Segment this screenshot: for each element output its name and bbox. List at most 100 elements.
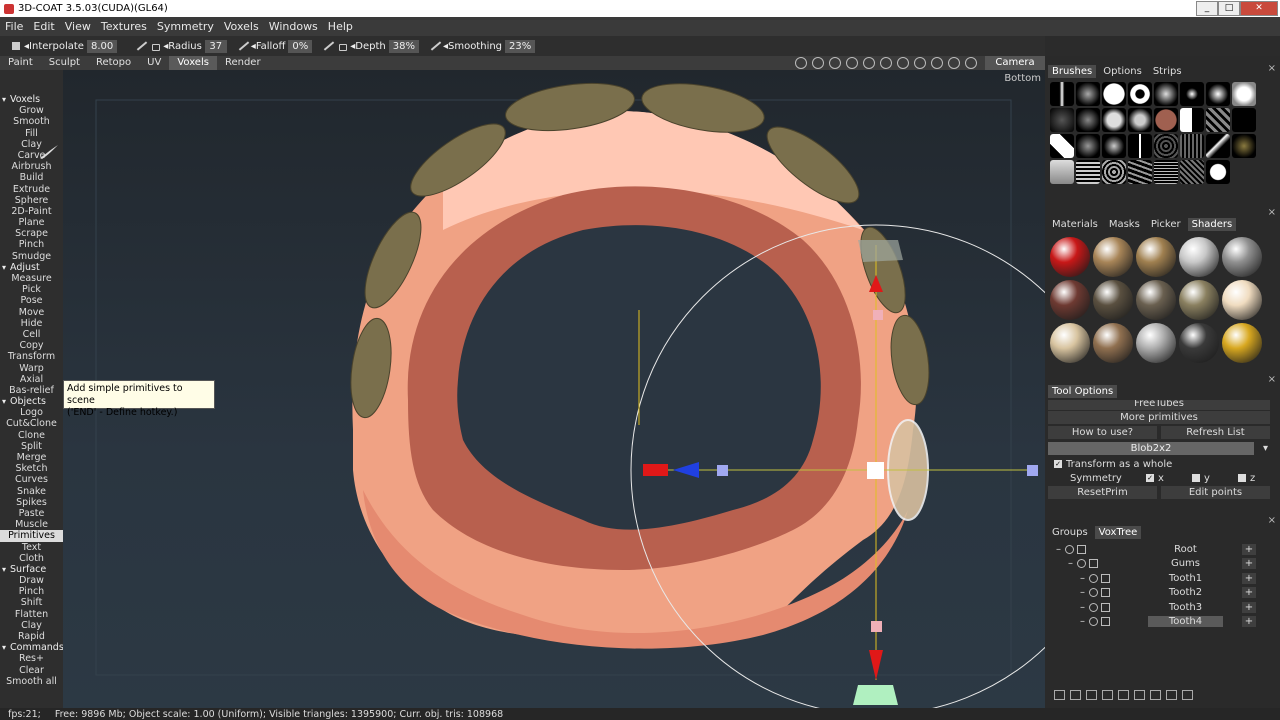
tool-axial[interactable]: Axial <box>0 374 63 385</box>
shader-swatch[interactable] <box>1093 323 1133 363</box>
volume-icon[interactable] <box>1077 544 1086 554</box>
light-icon[interactable] <box>829 57 841 69</box>
tool-sketch[interactable]: Sketch <box>0 463 63 474</box>
copy-icon[interactable] <box>1134 690 1145 700</box>
pen-pressure-icon[interactable] <box>135 41 147 51</box>
visibility-icon[interactable] <box>1089 588 1098 598</box>
brush-swatch[interactable] <box>1076 108 1100 132</box>
voxtree-node[interactable]: – Tooth4 + <box>1048 615 1270 630</box>
transform-whole-checkbox[interactable]: ✓ <box>1054 460 1062 468</box>
collapse-toggle[interactable]: – <box>1080 587 1085 598</box>
menu-windows[interactable]: Windows <box>264 20 323 33</box>
new-layer-icon[interactable] <box>1054 690 1065 700</box>
smoothing-control[interactable]: ◂Smoothing 23% <box>429 39 536 53</box>
tool-pose[interactable]: Pose <box>0 295 63 306</box>
brush-swatch[interactable] <box>1102 82 1126 106</box>
play-icon[interactable] <box>897 57 909 69</box>
tool-smooth[interactable]: Smooth <box>0 116 63 127</box>
tool-cell[interactable]: Cell <box>0 329 63 340</box>
brush-swatch[interactable] <box>1232 82 1256 106</box>
interpolate-checkbox[interactable] <box>12 42 20 50</box>
brush-swatch[interactable] <box>1050 82 1074 106</box>
tool-section-commands[interactable]: Commands <box>0 642 64 653</box>
tab-brushes[interactable]: Brushes <box>1048 65 1097 78</box>
visibility-icon[interactable] <box>1089 617 1098 627</box>
camera-button[interactable]: Camera <box>985 56 1045 70</box>
shader-swatch[interactable] <box>1222 280 1262 320</box>
more-primitives-button[interactable]: More primitives <box>1048 411 1270 424</box>
cube-icon[interactable] <box>948 57 960 69</box>
tool-smudge[interactable]: Smudge <box>0 251 63 262</box>
menu-symmetry[interactable]: Symmetry <box>152 20 219 33</box>
tool-measure[interactable]: Measure <box>0 273 63 284</box>
brush-swatch[interactable] <box>1206 134 1230 158</box>
room-tab-voxels[interactable]: Voxels <box>169 56 217 70</box>
collapse-toggle[interactable]: – <box>1068 558 1073 569</box>
minimize-button[interactable]: _ <box>1196 1 1218 16</box>
settings-icon[interactable] <box>965 57 977 69</box>
brush-swatch[interactable] <box>1102 108 1126 132</box>
tab-groups[interactable]: Groups <box>1048 526 1092 539</box>
voxtree-node[interactable]: – Tooth1 + <box>1048 571 1270 586</box>
voxtree-node[interactable]: – Tooth2 + <box>1048 586 1270 601</box>
voxtree-node[interactable]: – Root + <box>1048 542 1270 557</box>
tab-voxtree[interactable]: VoxTree <box>1094 526 1142 539</box>
ortho-icon[interactable] <box>931 57 943 69</box>
tool-shift[interactable]: Shift <box>0 597 63 608</box>
pen-pressure-icon[interactable] <box>237 41 249 51</box>
tab-shaders[interactable]: Shaders <box>1187 218 1237 231</box>
close-panel-icon[interactable]: × <box>1268 374 1276 385</box>
lock-icon[interactable] <box>152 43 161 51</box>
tool-plane[interactable]: Plane <box>0 217 63 228</box>
tool-cut-clone[interactable]: Cut&Clone <box>0 418 63 429</box>
shader-swatch[interactable] <box>1179 237 1219 277</box>
brush-swatch[interactable] <box>1206 160 1230 184</box>
shader-swatch[interactable] <box>1093 237 1133 277</box>
navigate-icon[interactable] <box>795 57 807 69</box>
shader-swatch[interactable] <box>1136 323 1176 363</box>
tool-snake[interactable]: Snake <box>0 486 63 497</box>
move-up-icon[interactable] <box>1150 690 1161 700</box>
menu-edit[interactable]: Edit <box>28 20 59 33</box>
menu-voxels[interactable]: Voxels <box>219 20 264 33</box>
depth-value[interactable]: 38% <box>388 39 419 53</box>
volume-icon[interactable] <box>1101 588 1110 598</box>
tool-grow[interactable]: Grow <box>0 105 63 116</box>
brush-swatch[interactable] <box>1232 134 1256 158</box>
rotate-icon[interactable] <box>846 57 858 69</box>
visibility-icon[interactable] <box>1089 602 1098 612</box>
brush-swatch[interactable] <box>1180 108 1204 132</box>
edit-points-button[interactable]: Edit points <box>1161 486 1270 499</box>
add-child-button[interactable]: + <box>1242 572 1256 584</box>
room-tab-retopo[interactable]: Retopo <box>88 56 139 70</box>
tool-res-[interactable]: Res+ <box>0 653 63 664</box>
room-tab-uv[interactable]: UV <box>139 56 169 70</box>
brush-swatch[interactable] <box>1076 160 1100 184</box>
brush-swatch[interactable] <box>1154 108 1178 132</box>
add-child-button[interactable]: + <box>1242 616 1256 628</box>
brush-swatch[interactable] <box>1154 134 1178 158</box>
shader-swatch[interactable] <box>1050 323 1090 363</box>
brush-swatch[interactable] <box>1128 82 1152 106</box>
shader-swatch[interactable] <box>1050 280 1090 320</box>
brush-swatch[interactable] <box>1206 82 1230 106</box>
shading-icon[interactable] <box>812 57 824 69</box>
interpolate-control[interactable]: ◂Interpolate 8.00 <box>6 39 118 53</box>
room-tab-paint[interactable]: Paint <box>0 56 41 70</box>
tool-section-objects[interactable]: Objects <box>0 396 63 407</box>
shader-swatch[interactable] <box>1136 237 1176 277</box>
tool-airbrush[interactable]: Airbrush <box>0 161 63 172</box>
brush-swatch[interactable] <box>1050 134 1074 158</box>
tool-sphere[interactable]: Sphere <box>0 195 63 206</box>
volume-icon[interactable] <box>1089 559 1098 569</box>
pen-pressure-icon[interactable] <box>429 41 441 51</box>
shader-swatch[interactable] <box>1050 237 1090 277</box>
tool-copy[interactable]: Copy <box>0 340 63 351</box>
add-child-button[interactable]: + <box>1242 543 1256 555</box>
collapse-toggle[interactable]: – <box>1056 544 1061 555</box>
brush-swatch[interactable] <box>1180 160 1204 184</box>
tool-options-title[interactable]: Tool Options <box>1048 385 1118 398</box>
tool-spikes[interactable]: Spikes <box>0 497 63 508</box>
room-tab-sculpt[interactable]: Sculpt <box>41 56 88 70</box>
folder-icon[interactable] <box>1118 690 1129 700</box>
